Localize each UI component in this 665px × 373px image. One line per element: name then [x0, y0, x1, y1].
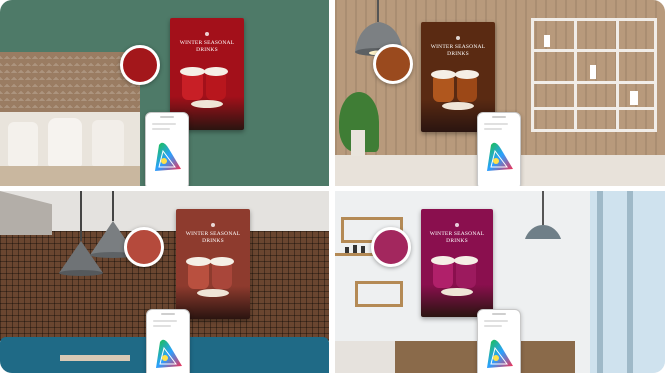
- phone-text-line: [152, 128, 170, 130]
- cup: [453, 256, 478, 288]
- poster-drinks-photo: [180, 67, 233, 110]
- shelf-divider: [616, 21, 619, 129]
- cup: [180, 67, 205, 100]
- lattice-wall: [0, 52, 140, 112]
- saucer: [197, 289, 229, 298]
- pendant-lamp-icon: [525, 225, 561, 239]
- saucer: [442, 102, 474, 111]
- poster-logo: [456, 36, 460, 40]
- poster-drinks-photo: [431, 70, 484, 112]
- bottle: [353, 245, 357, 253]
- poster-drinks-photo: [431, 256, 483, 298]
- chair: [8, 122, 38, 166]
- poster-title: WINTER SEASONAL DRINKS: [179, 40, 235, 53]
- floor: [0, 166, 140, 186]
- phone-notch: [161, 313, 175, 315]
- cup: [209, 257, 235, 290]
- phone-text-line: [484, 325, 502, 327]
- phone-notch: [492, 116, 506, 118]
- lamp-cord: [80, 191, 82, 241]
- cup: [454, 70, 480, 103]
- cup: [431, 256, 455, 288]
- comparison-grid: WINTER SEASONAL DRINKS WINTER SEASONAL D…: [0, 0, 665, 373]
- phone-text-line: [484, 123, 508, 125]
- cup: [186, 257, 211, 290]
- cup: [431, 70, 456, 103]
- poster-title: WINTER SEASONAL DRINKS: [430, 44, 486, 57]
- wall-shelf-box: [355, 281, 403, 307]
- poster-title: WINTER SEASONAL DRINKS: [429, 231, 485, 244]
- plant-pot: [351, 130, 365, 156]
- scene-panel-wood: WINTER SEASONAL DRINKS: [335, 0, 665, 186]
- shelf: [534, 49, 654, 52]
- scene-panel-white: WINTER SEASONAL DRINKS: [335, 191, 665, 373]
- phone-text-line: [153, 320, 177, 322]
- scene-panel-green: WINTER SEASONAL DRINKS: [0, 0, 329, 186]
- color-gamut-icon: [155, 142, 181, 171]
- chair: [92, 120, 124, 166]
- cabinet: [335, 341, 395, 373]
- saucer: [441, 287, 473, 296]
- jar: [590, 65, 596, 79]
- bottle: [345, 247, 349, 253]
- smartphone-icon: [477, 112, 521, 186]
- color-swatch-icon: [373, 44, 413, 84]
- phone-text-line: [152, 123, 176, 125]
- window-frame: [627, 191, 633, 373]
- cup: [203, 67, 229, 100]
- window-frame: [597, 191, 603, 373]
- poster-title: WINTER SEASONAL DRINKS: [185, 231, 241, 244]
- chair: [48, 118, 82, 166]
- phone-text-line: [153, 325, 171, 327]
- shelf: [534, 107, 654, 110]
- color-gamut-icon: [487, 142, 513, 171]
- menu-poster: WINTER SEASONAL DRINKS: [421, 209, 493, 317]
- poster-logo: [455, 223, 459, 227]
- smartphone-icon: [146, 309, 190, 373]
- shelf-divider: [574, 21, 577, 129]
- scene-panel-brick: WINTER SEASONAL DRINKS: [0, 191, 329, 373]
- table: [60, 355, 130, 361]
- phone-text-line: [484, 320, 508, 322]
- poster-logo: [211, 223, 215, 227]
- wall-shelf-unit: [531, 18, 657, 132]
- color-swatch-icon: [124, 227, 164, 267]
- phone-notch: [160, 116, 174, 118]
- color-gamut-icon: [156, 339, 182, 368]
- phone-notch: [492, 313, 506, 315]
- shelf: [534, 81, 654, 84]
- smartphone-icon: [477, 309, 521, 373]
- poster-drinks-photo: [186, 257, 239, 299]
- phone-text-line: [484, 128, 502, 130]
- jar: [630, 91, 638, 105]
- saucer: [191, 99, 223, 108]
- lamp-cord: [542, 191, 544, 225]
- color-swatch-icon: [371, 227, 411, 267]
- menu-poster: WINTER SEASONAL DRINKS: [176, 209, 250, 319]
- bottle: [361, 246, 365, 253]
- color-swatch-icon: [120, 45, 160, 85]
- jar: [544, 35, 550, 47]
- poster-logo: [205, 32, 209, 36]
- color-gamut-icon: [487, 339, 513, 368]
- smartphone-icon: [145, 112, 189, 186]
- lamp-cord: [112, 191, 114, 221]
